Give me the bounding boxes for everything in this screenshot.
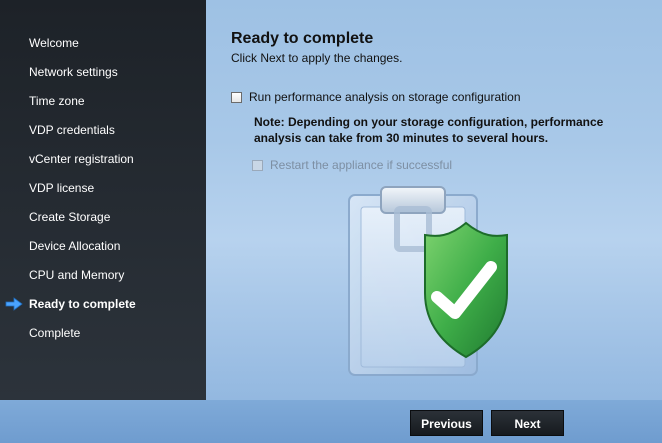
performance-analysis-label[interactable]: Run performance analysis on storage conf… bbox=[249, 90, 521, 104]
page-subtitle: Click Next to apply the changes. bbox=[231, 51, 403, 65]
sidebar-item-cpu-and-memory[interactable]: CPU and Memory bbox=[29, 265, 124, 285]
sidebar-item-time-zone[interactable]: Time zone bbox=[29, 91, 85, 111]
sidebar-item-vdp-license[interactable]: VDP license bbox=[29, 178, 94, 198]
restart-appliance-label: Restart the appliance if successful bbox=[270, 158, 453, 172]
sidebar-item-welcome[interactable]: Welcome bbox=[29, 33, 79, 53]
sidebar-item-complete[interactable]: Complete bbox=[29, 323, 80, 343]
sidebar-item-network-settings[interactable]: Network settings bbox=[29, 62, 118, 82]
sidebar-item-device-allocation[interactable]: Device Allocation bbox=[29, 236, 120, 256]
next-button[interactable]: Next bbox=[491, 410, 564, 436]
arrow-right-icon bbox=[5, 297, 23, 311]
page-title: Ready to complete bbox=[231, 30, 374, 47]
performance-analysis-checkbox[interactable] bbox=[231, 92, 242, 103]
performance-note: Note: Depending on your storage configur… bbox=[254, 115, 604, 145]
previous-button[interactable]: Previous bbox=[410, 410, 483, 436]
sidebar-item-create-storage[interactable]: Create Storage bbox=[29, 207, 110, 227]
sidebar-item-vdp-credentials[interactable]: VDP credentials bbox=[29, 120, 115, 140]
restart-appliance-checkbox bbox=[252, 160, 263, 171]
sidebar-item-vcenter-registration[interactable]: vCenter registration bbox=[29, 149, 134, 169]
main-panel: Ready to complete Click Next to apply th… bbox=[206, 0, 662, 400]
clipboard-shield-check-icon bbox=[348, 186, 508, 376]
sidebar-item-ready-to-complete[interactable]: Ready to complete bbox=[29, 294, 136, 314]
wizard-sidebar: Welcome Network settings Time zone VDP c… bbox=[0, 0, 206, 400]
